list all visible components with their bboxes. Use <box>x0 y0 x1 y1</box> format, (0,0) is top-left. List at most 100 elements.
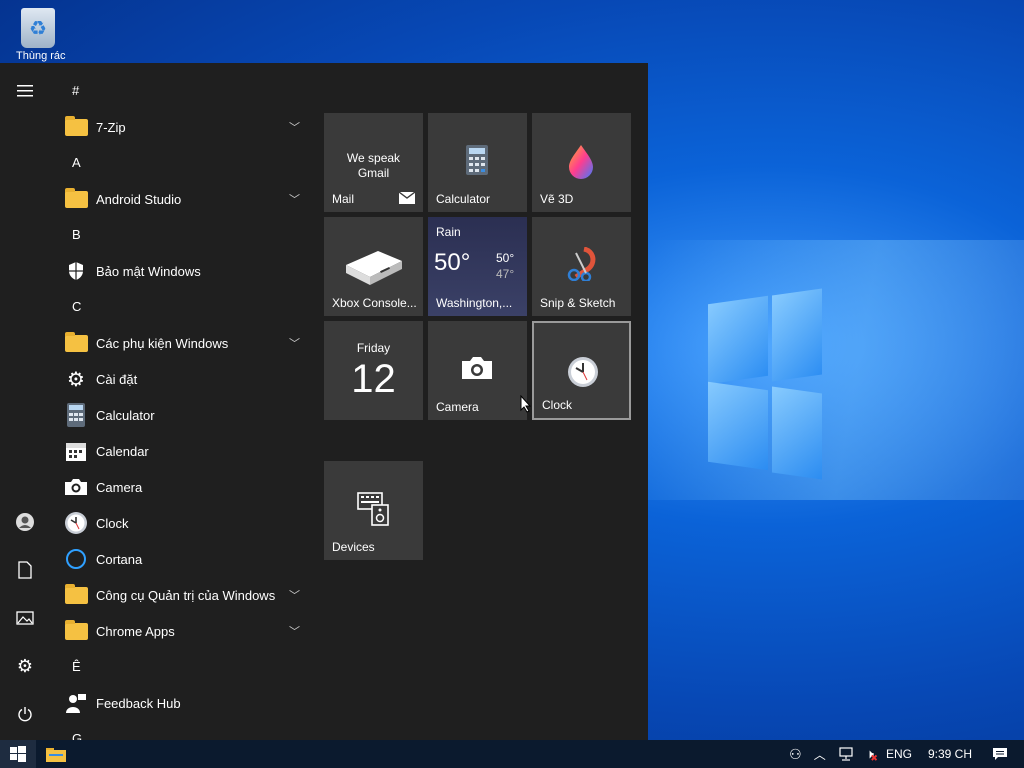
app-list-item[interactable]: Chrome Apps ﹀ <box>50 613 312 649</box>
app-list-item[interactable]: Cortana <box>50 541 312 577</box>
app-list-item[interactable]: Công cụ Quản trị của Windows ﹀ <box>50 577 312 613</box>
start-rail: ⚙ <box>0 63 50 740</box>
chevron-down-icon[interactable]: ﹀ <box>289 623 300 639</box>
tile-clock[interactable]: Clock <box>532 321 631 420</box>
app-list-item[interactable]: 7-Zip ﹀ <box>50 109 312 145</box>
folder-icon <box>46 748 66 762</box>
pictures-button[interactable] <box>0 596 50 640</box>
notification-icon[interactable] <box>992 747 1008 761</box>
app-list-item-label: Công cụ Quản trị của Windows <box>96 587 276 603</box>
folder-icon <box>64 187 88 211</box>
weather-high: 50° <box>496 251 515 265</box>
app-list-item[interactable]: Camera <box>50 469 312 505</box>
app-list-item-label: Clock <box>96 515 129 531</box>
tile-snip-sketch[interactable]: Snip & Sketch <box>532 217 631 316</box>
clock-icon <box>64 511 88 535</box>
power-button[interactable] <box>0 692 50 736</box>
folder-icon <box>64 115 88 139</box>
weather-condition: Rain <box>436 225 461 239</box>
app-list-item[interactable]: Android Studio ﹀ <box>50 181 312 217</box>
app-list-item[interactable]: Bảo mật Windows <box>50 253 312 289</box>
chevron-down-icon[interactable]: ﹀ <box>289 587 300 603</box>
app-list-item[interactable]: Calendar <box>50 433 312 469</box>
chevron-down-icon[interactable]: ﹀ <box>289 191 300 207</box>
section-letter[interactable]: C <box>50 289 312 325</box>
documents-button[interactable] <box>0 548 50 592</box>
clock-icon <box>568 357 598 387</box>
people-icon[interactable]: ⚇ <box>789 746 802 763</box>
calculator-icon <box>466 145 488 175</box>
chevron-down-icon[interactable]: ﹀ <box>289 335 300 351</box>
app-list-item[interactable]: Clock <box>50 505 312 541</box>
app-list-item[interactable]: Calculator <box>50 397 312 433</box>
settings-button[interactable]: ⚙ <box>0 644 50 688</box>
tile-calendar[interactable]: Friday 12 <box>324 321 423 420</box>
tile-camera[interactable]: Camera <box>428 321 527 420</box>
cortana-icon <box>64 547 88 571</box>
section-letter[interactable]: # <box>50 73 312 109</box>
calculator-icon <box>64 403 88 427</box>
mail-tile-text: We speak Gmail <box>346 151 401 180</box>
volume-muted-icon[interactable]: 🕨 ✖ <box>866 746 878 763</box>
tile-weather[interactable]: Rain 50° 50° 47° Washington,... <box>428 217 527 316</box>
tile-label: Devices <box>332 540 375 554</box>
tile-label: Camera <box>436 400 479 414</box>
power-icon <box>18 707 32 722</box>
tile-xbox-console[interactable]: Xbox Console... <box>324 217 423 316</box>
user-icon <box>16 513 34 531</box>
system-tray: ⚇ ︿ 🕨 ✖ ENG 9:39 CH <box>783 740 1024 768</box>
calendar-icon <box>64 439 88 463</box>
section-letter[interactable]: Ê <box>50 649 312 685</box>
file-explorer-button[interactable] <box>36 740 76 768</box>
app-list-item-label: Calculator <box>96 407 155 423</box>
app-list-item-label: Feedback Hub <box>96 695 181 711</box>
tile-paint3d[interactable]: Vẽ 3D <box>532 113 631 212</box>
tile-calculator[interactable]: Calculator <box>428 113 527 212</box>
recycle-bin[interactable]: ♻ Thùng rác <box>16 8 66 64</box>
app-list-item-label: Camera <box>96 479 143 495</box>
app-list-item-label: Calendar <box>96 443 149 459</box>
chevron-up-icon[interactable]: ︿ <box>814 746 826 763</box>
recycle-bin-icon: ♻ <box>21 8 55 48</box>
snip-sketch-icon <box>567 247 596 281</box>
folder-icon <box>64 583 88 607</box>
section-letter[interactable]: B <box>50 217 312 253</box>
app-list-item[interactable]: Feedback Hub <box>50 685 312 721</box>
camera-icon <box>64 475 88 499</box>
shield-icon <box>64 259 88 283</box>
tile-devices[interactable]: Devices <box>324 461 423 560</box>
folder-icon <box>64 331 88 355</box>
tile-label: Xbox Console... <box>332 296 417 310</box>
gear-icon: ⚙ <box>67 368 85 391</box>
network-icon[interactable] <box>838 747 854 761</box>
devices-icon <box>357 492 389 526</box>
user-account-button[interactable] <box>0 500 50 544</box>
weather-low: 47° <box>496 267 515 281</box>
mouse-cursor-icon <box>520 395 532 413</box>
document-icon <box>18 561 32 579</box>
calendar-date: 12 <box>351 357 396 401</box>
recycle-bin-label: Thùng rác <box>16 50 66 62</box>
picture-icon <box>16 611 34 625</box>
app-list-item[interactable]: Các phụ kiện Windows ﹀ <box>50 325 312 361</box>
app-list-item-label: Cài đặt <box>96 371 138 387</box>
tile-mail[interactable]: We speak Gmail Mail <box>324 113 423 212</box>
desktop-windows-logo <box>648 0 1024 740</box>
tile-label: Calculator <box>436 192 491 206</box>
section-letter[interactable]: A <box>50 145 312 181</box>
chevron-down-icon[interactable]: ﹀ <box>289 119 300 135</box>
calendar-day: Friday <box>356 341 391 355</box>
app-list: #7-Zip ﹀ A Android Studio ﹀ B Bảo mật Windows C… <box>50 73 312 740</box>
paint3d-icon <box>569 145 593 179</box>
section-letter[interactable]: G <box>50 721 312 740</box>
gear-icon: ⚙ <box>16 655 34 676</box>
app-list-item-label: Bảo mật Windows <box>96 263 201 279</box>
start-button[interactable] <box>0 740 36 768</box>
tile-label: Mail <box>332 192 355 206</box>
tile-label: Clock <box>542 398 573 412</box>
app-list-item[interactable]: ⚙ Cài đặt <box>50 361 312 397</box>
expand-menu-button[interactable] <box>0 69 50 113</box>
tile-label: Snip & Sketch <box>540 296 616 310</box>
clock-time[interactable]: 9:39 CH <box>928 747 972 761</box>
language-indicator[interactable]: ENG <box>886 747 912 761</box>
